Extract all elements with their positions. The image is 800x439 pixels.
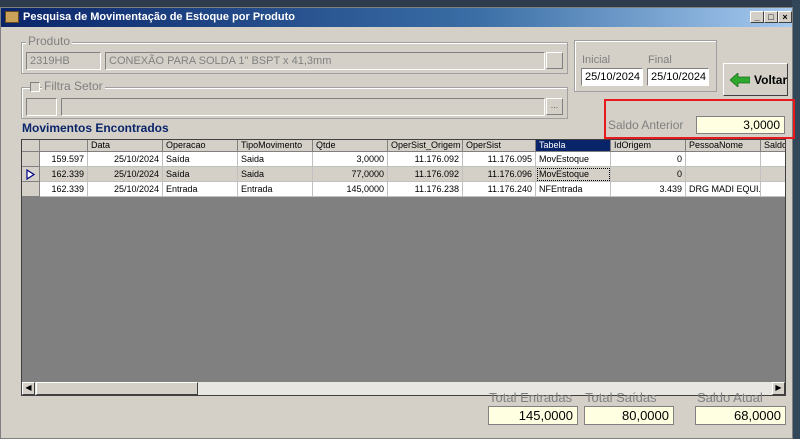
filtra-setor-checkbox[interactable] <box>30 82 40 92</box>
cell-operacao[interactable]: Saída <box>163 167 238 182</box>
table-row[interactable]: 162.339 25/10/2024 Saída Saida 77,0000 1… <box>22 167 785 182</box>
header-indicator <box>22 140 40 152</box>
cell-saldo[interactable] <box>761 182 785 197</box>
total-saidas-value: 80,0000 <box>584 406 674 425</box>
cell-tipomovimento[interactable]: Saida <box>238 167 313 182</box>
voltar-label: Voltar <box>754 73 788 87</box>
cell-opersist[interactable]: 11.176.240 <box>463 182 536 197</box>
row-indicator[interactable] <box>22 182 40 197</box>
cell-id[interactable]: 159.597 <box>40 152 88 167</box>
cell-operacao[interactable]: Entrada <box>163 182 238 197</box>
saldo-atual-label: Saldo Atual <box>697 390 763 405</box>
grid-header: Data Operacao TipoMovimento Qtde OperSis… <box>22 140 785 152</box>
saldo-anterior-value: 3,0000 <box>696 116 785 134</box>
header-opersist[interactable]: OperSist <box>463 140 536 152</box>
cell-qtde[interactable]: 145,0000 <box>313 182 388 197</box>
header-operacao[interactable]: Operacao <box>163 140 238 152</box>
cell-opersist[interactable]: 11.176.095 <box>463 152 536 167</box>
header-pessoanome[interactable]: PessoaNome <box>686 140 761 152</box>
setor-description-field[interactable] <box>61 98 545 116</box>
app-icon <box>5 11 19 23</box>
produto-code-field[interactable]: 2319HB <box>26 52 101 70</box>
cell-tipomovimento[interactable]: Entrada <box>238 182 313 197</box>
cell-pessoanome[interactable]: DRG MADI EQUI... <box>686 182 761 197</box>
header-qtde[interactable]: Qtde <box>313 140 388 152</box>
horizontal-scrollbar[interactable]: ◀ ▶ <box>22 382 785 395</box>
cell-saldo[interactable] <box>761 152 785 167</box>
header-idorigem[interactable]: IdOrigem <box>611 140 686 152</box>
close-button[interactable]: × <box>778 11 792 23</box>
header-opersist-origem[interactable]: OperSist_Origem <box>388 140 463 152</box>
header-id[interactable] <box>40 140 88 152</box>
total-saidas-label: Total Saídas <box>585 390 657 405</box>
produto-label: Produto <box>26 34 73 48</box>
table-row[interactable]: 162.339 25/10/2024 Entrada Entrada 145,0… <box>22 182 785 197</box>
total-entradas-label: Total Entradas <box>489 390 573 405</box>
header-data[interactable]: Data <box>88 140 163 152</box>
movimentos-grid[interactable]: Data Operacao TipoMovimento Qtde OperSis… <box>21 139 786 396</box>
cell-qtde[interactable]: 77,0000 <box>313 167 388 182</box>
header-tabela[interactable]: Tabela <box>536 140 611 152</box>
voltar-button[interactable]: Voltar <box>723 63 788 96</box>
header-saldo[interactable]: Saldo <box>761 140 785 152</box>
cell-opersist-origem[interactable]: 11.176.092 <box>388 152 463 167</box>
scroll-thumb[interactable] <box>36 382 198 395</box>
data-final-field[interactable]: 25/10/2024 <box>647 68 709 86</box>
desktop-background-right <box>792 0 800 439</box>
cell-tabela[interactable]: MovEstoque <box>536 152 611 167</box>
cell-opersist[interactable]: 11.176.096 <box>463 167 536 182</box>
cell-tipomovimento[interactable]: Saida <box>238 152 313 167</box>
table-row[interactable]: 159.597 25/10/2024 Saída Saida 3,0000 11… <box>22 152 785 167</box>
header-tipomovimento[interactable]: TipoMovimento <box>238 140 313 152</box>
setor-lookup-button[interactable]: ... <box>546 98 563 115</box>
setor-code-field[interactable] <box>26 98 57 116</box>
total-entradas-value: 145,0000 <box>488 406 578 425</box>
row-indicator[interactable] <box>22 167 40 182</box>
inicial-label: Inicial <box>582 54 611 66</box>
cell-tabela[interactable]: NFEntrada <box>536 182 611 197</box>
cell-opersist-origem[interactable]: 11.176.092 <box>388 167 463 182</box>
cell-pessoanome[interactable] <box>686 152 761 167</box>
cell-idorigem[interactable]: 0 <box>611 167 686 182</box>
cell-qtde[interactable]: 3,0000 <box>313 152 388 167</box>
data-inicial-field[interactable]: 25/10/2024 <box>581 68 643 86</box>
main-window: Pesquisa de Movimentação de Estoque por … <box>0 7 795 439</box>
cell-id[interactable]: 162.339 <box>40 167 88 182</box>
saldo-anterior-label: Saldo Anterior <box>608 118 684 132</box>
current-row-arrow-icon <box>26 168 36 181</box>
maximize-button[interactable]: □ <box>764 11 778 23</box>
scroll-right-button[interactable]: ▶ <box>772 382 785 395</box>
movimentos-title: Movimentos Encontrados <box>22 121 169 135</box>
cell-id[interactable]: 162.339 <box>40 182 88 197</box>
window-title: Pesquisa de Movimentação de Estoque por … <box>23 11 295 23</box>
final-label: Final <box>648 54 672 66</box>
saldo-atual-value: 68,0000 <box>695 406 786 425</box>
scroll-left-button[interactable]: ◀ <box>22 382 35 395</box>
cell-idorigem[interactable]: 0 <box>611 152 686 167</box>
cell-opersist-origem[interactable]: 11.176.238 <box>388 182 463 197</box>
produto-lookup-button[interactable] <box>546 52 563 69</box>
cell-data[interactable]: 25/10/2024 <box>88 182 163 197</box>
minimize-button[interactable]: _ <box>750 11 764 23</box>
cell-data[interactable]: 25/10/2024 <box>88 167 163 182</box>
cell-idorigem[interactable]: 3.439 <box>611 182 686 197</box>
row-indicator[interactable] <box>22 152 40 167</box>
cell-pessoanome[interactable] <box>686 167 761 182</box>
cell-data[interactable]: 25/10/2024 <box>88 152 163 167</box>
produto-description-field[interactable]: CONEXÃO PARA SOLDA 1" BSPT x 41,3mm <box>105 52 545 70</box>
cell-operacao[interactable]: Saída <box>163 152 238 167</box>
cell-saldo[interactable] <box>761 167 785 182</box>
cell-tabela[interactable]: MovEstoque <box>536 167 611 182</box>
green-arrow-left-icon <box>730 73 750 87</box>
title-bar[interactable]: Pesquisa de Movimentação de Estoque por … <box>1 8 792 27</box>
filtra-setor-label: Filtra Setor <box>42 79 105 93</box>
